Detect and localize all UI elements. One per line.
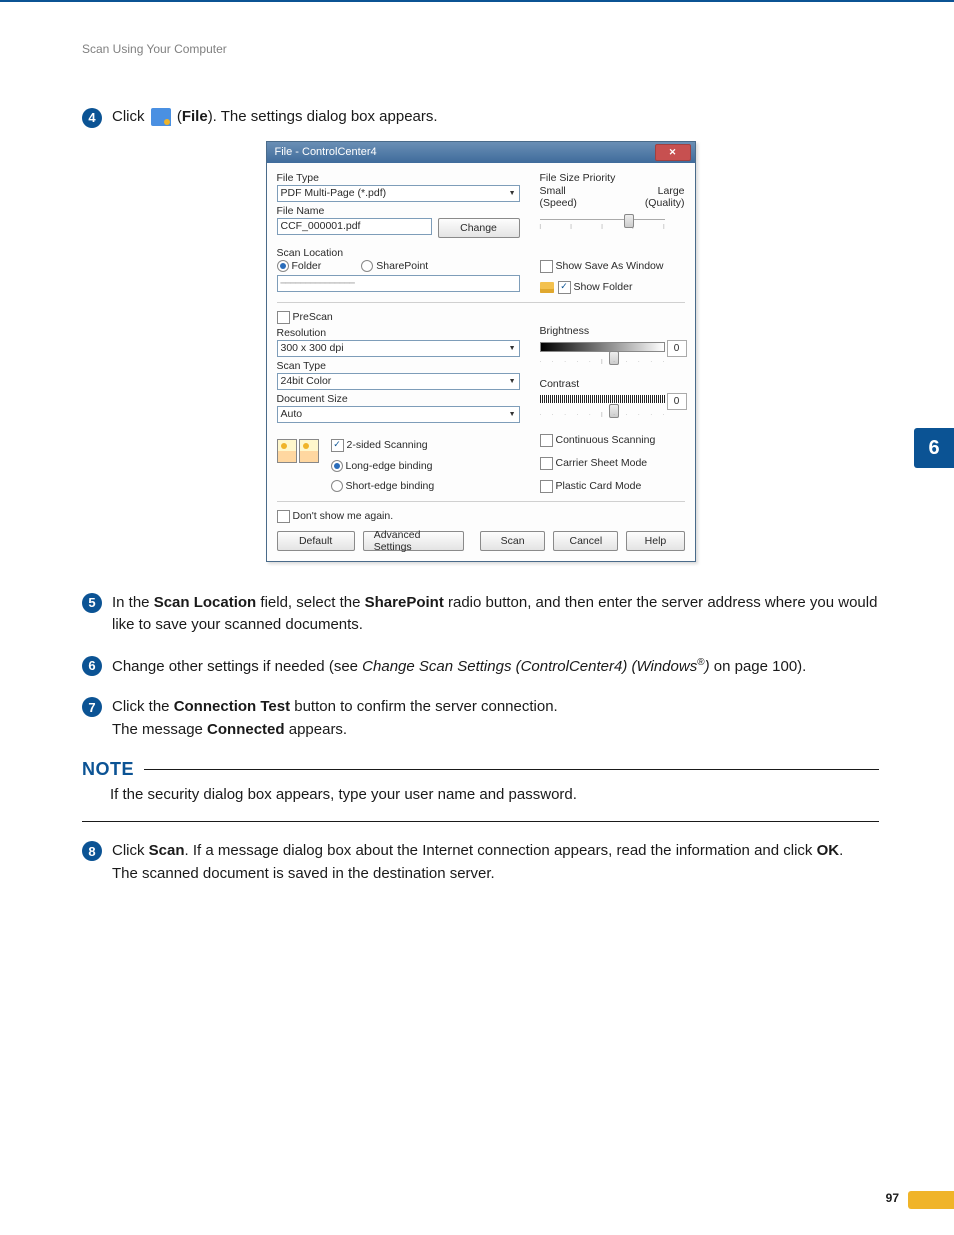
brightness-slider[interactable]: 0 [540,340,685,356]
prescan-checkbox[interactable]: PreScan [277,311,333,323]
folder-radio[interactable]: Folder [277,260,322,272]
file-type-select[interactable]: PDF Multi-Page (*.pdf)▼ [277,185,520,202]
chevron-down-icon: ▼ [509,190,516,197]
show-save-as-checkbox[interactable]: Show Save As Window [540,260,664,272]
file-icon [151,108,171,126]
note-rule-bottom [82,821,879,822]
sharepoint-radio[interactable]: SharePoint [361,260,428,272]
document-size-select[interactable]: Auto▼ [277,406,520,423]
document-size-label: Document Size [277,393,520,405]
close-icon[interactable]: ✕ [655,144,691,161]
help-button[interactable]: Help [626,531,684,551]
chevron-down-icon: ▼ [509,411,516,418]
note-text: If the security dialog box appears, type… [110,786,879,803]
carrier-sheet-checkbox[interactable]: Carrier Sheet Mode [540,457,648,469]
page-number-bar [908,1191,954,1209]
continuous-scanning-checkbox[interactable]: Continuous Scanning [540,434,656,446]
file-size-priority-label: File Size Priority [540,172,685,184]
step-6-text: Change other settings if needed (see Cha… [112,655,806,679]
chevron-down-icon: ▼ [509,378,516,385]
step-number-4: 4 [82,108,102,128]
step-number-7: 7 [82,697,102,717]
resolution-select[interactable]: 300 x 300 dpi▼ [277,340,520,357]
note-rule [144,769,879,770]
advanced-settings-button[interactable]: Advanced Settings [363,531,464,551]
scan-type-label: Scan Type [277,360,520,372]
chapter-tab: 6 [914,428,954,468]
step-5-text: In the Scan Location field, select the S… [112,592,879,637]
dialog-titlebar: File - ControlCenter4 ✕ [267,142,695,163]
file-name-label: File Name [277,205,520,217]
plastic-card-checkbox[interactable]: Plastic Card Mode [540,480,642,492]
scan-location-path[interactable]: ━━━━━━━━━━━━━━━ [277,275,520,292]
step-7-text: Click the Connection Test button to conf… [112,696,558,741]
chevron-down-icon: ▼ [509,345,516,352]
page-number: 97 [886,1191,899,1205]
large-label: Large [658,185,685,197]
scan-type-select[interactable]: 24bit Color▼ [277,373,520,390]
dont-show-checkbox[interactable]: Don't show me again. [277,510,394,522]
cancel-button[interactable]: Cancel [553,531,618,551]
step-number-8: 8 [82,841,102,861]
speed-label: (Speed) [540,197,577,209]
duplex-preview-icon [277,439,319,463]
step-number-6: 6 [82,656,102,676]
scan-button[interactable]: Scan [480,531,545,551]
small-label: Small [540,185,566,197]
file-type-label: File Type [277,172,520,184]
default-button[interactable]: Default [277,531,355,551]
change-button[interactable]: Change [438,218,520,238]
file-size-slider[interactable]: ||||| [540,212,685,228]
step-8-text: Click Scan. If a message dialog box abou… [112,840,843,885]
step-4-text: Click (File). The settings dialog box ap… [112,106,438,129]
short-edge-radio[interactable]: Short-edge binding [331,480,435,492]
resolution-label: Resolution [277,327,520,339]
scan-location-label: Scan Location [277,247,520,259]
show-folder-checkbox[interactable]: Show Folder [558,281,633,293]
dialog-title: File - ControlCenter4 [275,146,377,158]
brightness-label: Brightness [540,325,685,337]
note-label: NOTE [82,759,134,780]
two-sided-checkbox[interactable]: 2-sided Scanning [331,439,428,451]
step-number-5: 5 [82,593,102,613]
section-heading: Scan Using Your Computer [82,42,879,56]
quality-label: (Quality) [645,197,685,209]
file-settings-dialog: File - ControlCenter4 ✕ File Type PDF Mu… [266,141,696,562]
folder-icon[interactable] [540,282,554,293]
contrast-label: Contrast [540,378,685,390]
file-name-input[interactable]: CCF_000001.pdf [277,218,432,235]
long-edge-radio[interactable]: Long-edge binding [331,460,433,472]
contrast-slider[interactable]: 0 [540,393,685,409]
